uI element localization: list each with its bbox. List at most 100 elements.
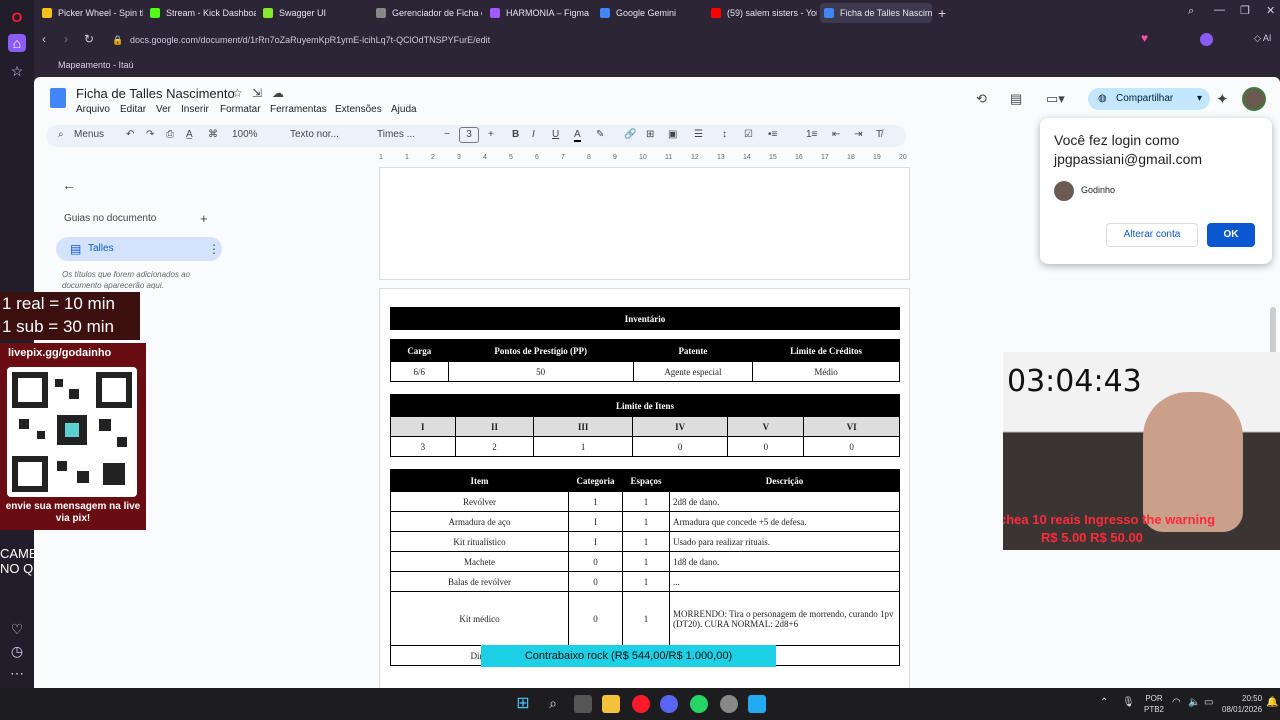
tray-chevron-icon[interactable]: ⌃ [1100,697,1108,708]
switch-account-button[interactable]: Alterar conta [1106,223,1198,247]
tab-2[interactable]: Swagger UI [259,3,369,23]
keyboard-language[interactable]: POR PTB2 [1144,693,1164,715]
volume-icon[interactable]: 🔈 [1188,697,1200,708]
style-select[interactable]: Texto nor... [290,129,339,140]
add-tab-icon[interactable]: + [200,211,208,226]
mic-icon[interactable]: 🎙 [1122,697,1135,708]
italic-icon[interactable]: I [532,129,535,140]
discord-icon[interactable] [660,695,678,713]
task-view-icon[interactable] [574,695,592,713]
print-icon[interactable]: ⎙ [166,129,174,140]
item-name[interactable]: Armadura de aço [390,511,569,532]
menu-search-input[interactable]: Menus [74,129,104,140]
image-icon[interactable]: ▣ [668,129,677,140]
doc-title[interactable]: Ficha de Talles Nascimento [76,86,235,101]
history-icon[interactable]: ◷ [8,642,26,660]
star-icon[interactable]: ☆ [8,62,26,80]
item-category[interactable]: 0 [568,551,623,572]
menu-item[interactable]: Ajuda [391,104,417,115]
menu-item[interactable]: Ferramentas [270,104,327,115]
clear-format-icon[interactable]: T̸ [876,129,882,140]
increase-size-icon[interactable]: + [488,129,494,140]
item-slots[interactable]: 1 [622,511,670,532]
item-name[interactable]: Revólver [390,491,569,512]
item-slots[interactable]: 1 [622,551,670,572]
comments-icon[interactable]: ▤ [1010,91,1022,107]
windows-start-icon[interactable]: ⊞ [514,695,532,713]
menu-item[interactable]: Extensões [335,104,382,115]
clock[interactable]: 20:50 08/01/2026 [1222,693,1262,715]
font-size-input[interactable]: 3 [459,127,479,143]
tab-7[interactable]: Ficha de Talles Nasciment [820,3,932,23]
url-input[interactable]: 🔒 docs.google.com/document/d/1rRn7oZaRuy… [104,30,1084,50]
reload-icon[interactable]: ↻ [84,32,94,46]
forward-icon[interactable]: › [64,32,68,46]
menu-item[interactable]: Formatar [220,104,261,115]
stats-value[interactable]: Agente especial [632,361,754,382]
more-icon[interactable]: ⋯ [8,664,26,682]
whatsapp-icon[interactable] [690,695,708,713]
checklist-icon[interactable]: ☑ [744,129,753,140]
menu-item[interactable]: Inserir [181,104,209,115]
app-icon[interactable] [720,695,738,713]
limit-value[interactable]: 0 [631,436,729,457]
limit-value[interactable]: 3 [390,436,456,457]
font-select[interactable]: Times ... [377,129,415,140]
redo-icon[interactable]: ↷ [146,129,154,140]
bookmark-itau[interactable]: Mapeamento - Itaú [58,60,134,70]
back-arrow-icon[interactable]: ← [62,177,76,193]
item-description[interactable]: Armadura que concede +5 de defesa. [669,511,900,532]
share-button[interactable]: ◍ Compartilhar ▾ [1088,88,1210,110]
item-slots[interactable]: 1 [622,571,670,592]
comment-icon[interactable]: ⊞ [646,129,654,140]
meet-icon[interactable]: ▭▾ [1046,91,1065,107]
item-name[interactable]: Kit médico [390,591,569,646]
bullet-list-icon[interactable]: •≡ [768,129,777,140]
limit-value[interactable]: 0 [803,436,900,457]
profile-icon[interactable] [1200,33,1213,46]
home-icon[interactable]: ⌂ [8,34,26,52]
search-tabs-icon[interactable]: ⌕ [1188,5,1194,18]
align-icon[interactable]: ☰ [694,129,703,140]
limit-value[interactable]: 1 [533,436,633,457]
limit-value[interactable]: 2 [454,436,535,457]
vscode-icon[interactable] [748,695,766,713]
paint-format-icon[interactable]: ⌘ [208,129,218,140]
item-description[interactable]: MORRENDO: Tira o personagem de morrendo,… [669,591,900,646]
item-slots[interactable]: 1 [622,531,670,552]
move-icon[interactable]: ⇲ [252,86,262,100]
item-description[interactable]: Usado para realizar rituais. [669,531,900,552]
new-tab-icon[interactable]: + [938,5,946,21]
highlight-icon[interactable]: ✎ [596,129,604,140]
battery-icon[interactable]: ▭ [1204,697,1213,708]
menu-item[interactable]: Editar [120,104,146,115]
bold-icon[interactable]: B [512,129,519,140]
tab-6[interactable]: (59) salem sisters - YouTu [707,3,817,23]
tab-options-icon[interactable]: ⋮ [208,242,220,256]
indent-icon[interactable]: ⇥ [854,129,862,140]
notifications-icon[interactable]: 🔔 [1266,697,1278,708]
item-name[interactable]: Balas de revólver [390,571,569,592]
underline-icon[interactable]: U [552,129,559,140]
item-category[interactable]: 1 [568,491,623,512]
tab-5[interactable]: Google Gemini [596,3,704,23]
item-description[interactable]: 2d8 de dano. [669,491,900,512]
link-icon[interactable]: 🔗 [624,129,636,140]
outdent-icon[interactable]: ⇤ [832,129,840,140]
minimize-icon[interactable]: — [1214,4,1225,16]
gemini-icon[interactable]: ✦ [1216,90,1229,108]
opera-logo-icon[interactable]: O [8,8,26,26]
item-category[interactable]: 0 [568,571,623,592]
stats-value[interactable]: 6/6 [390,361,449,382]
text-color-icon[interactable]: A [574,129,581,142]
stats-value[interactable]: 50 [447,361,634,382]
zoom-select[interactable]: 100% [232,129,258,140]
back-icon[interactable]: ‹ [42,32,46,46]
history-icon[interactable]: ⟲ [976,91,987,107]
close-window-icon[interactable]: ✕ [1266,4,1275,17]
menu-item[interactable]: Arquivo [76,104,110,115]
item-description[interactable]: ... [669,571,900,592]
tab-4[interactable]: HARMONIA – Figma [486,3,592,23]
item-slots[interactable]: 1 [622,491,670,512]
item-name[interactable]: Kit ritualístico [390,531,569,552]
